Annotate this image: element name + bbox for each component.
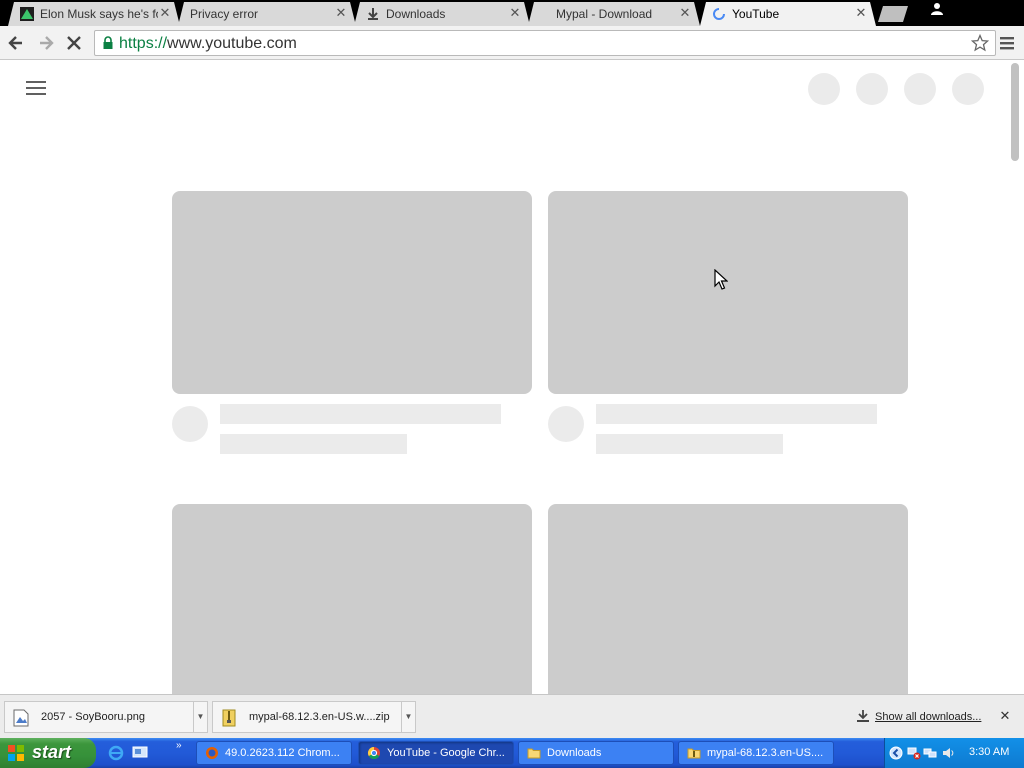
mouse-cursor-icon [714, 269, 728, 290]
skeleton-video-thumbnail [548, 504, 908, 694]
skeleton-title-line [220, 404, 501, 424]
system-clock[interactable]: 3:30 AM [969, 746, 1009, 758]
tab-strip: Elon Musk says he's fou ✕ Privacy error … [0, 0, 1024, 26]
download-icon [857, 710, 869, 722]
download-filename: mypal-68.12.3.en-US.w....zip [249, 711, 390, 723]
download-item[interactable]: mypal-68.12.3.en-US.w....zip ▼ [212, 701, 416, 733]
taskbar-button[interactable]: mypal-68.12.3.en-US.... [678, 741, 834, 765]
skeleton-meta-line [596, 434, 783, 454]
tray-collapse-icon[interactable] [889, 746, 903, 760]
show-all-downloads-link[interactable]: Show all downloads... [875, 711, 981, 723]
lock-icon[interactable] [101, 36, 115, 50]
tab-close-icon[interactable]: ✕ [508, 6, 522, 20]
profile-icon[interactable] [930, 2, 944, 16]
skeleton-header-circle [808, 73, 840, 105]
skeleton-header-circle [856, 73, 888, 105]
back-arrow-icon[interactable] [6, 33, 26, 53]
zip-folder-icon [687, 748, 701, 759]
quicklaunch-more-chevron[interactable]: » [176, 740, 182, 751]
browser-toolbar: https://www.youtube.com [0, 26, 1024, 60]
taskbar-button-label: Downloads [547, 747, 602, 759]
tab-elon-musk[interactable]: Elon Musk says he's fou ✕ [8, 2, 180, 26]
tab-close-icon[interactable]: ✕ [334, 6, 348, 20]
stop-loading-icon[interactable] [64, 33, 84, 53]
url-text[interactable]: https://www.youtube.com [119, 35, 297, 53]
green-triangle-icon [20, 7, 34, 21]
download-menu-arrow[interactable]: ▼ [193, 702, 207, 732]
bookmark-star-icon[interactable] [971, 34, 989, 52]
skeleton-meta-line [220, 434, 407, 454]
page-scrollbar[interactable] [1007, 61, 1024, 694]
show-all-downloads[interactable]: Show all downloads... [856, 710, 981, 723]
forward-arrow-icon[interactable] [36, 33, 56, 53]
show-desktop-icon[interactable] [132, 745, 148, 761]
tab-title: Privacy error [190, 7, 259, 21]
network-error-icon[interactable] [907, 746, 921, 760]
volume-speaker-icon[interactable] [941, 746, 955, 760]
skeleton-channel-avatar [548, 406, 584, 442]
image-file-icon [13, 709, 29, 727]
tab-title: YouTube [732, 7, 780, 21]
start-label: start [32, 742, 72, 762]
tab-youtube[interactable]: YouTube ✕ [700, 2, 876, 26]
system-tray: 3:30 AM [884, 738, 1024, 768]
taskbar-button-label: mypal-68.12.3.en-US.... [707, 747, 824, 759]
skeleton-header-circle [952, 73, 984, 105]
tab-privacy-error[interactable]: Privacy error ✕ [178, 2, 356, 26]
tab-title: Mypal - Download [556, 7, 653, 21]
taskbar-button[interactable]: YouTube - Google Chr... [358, 741, 514, 765]
download-icon [366, 7, 380, 21]
skeleton-header-circle [904, 73, 936, 105]
address-bar[interactable]: https://www.youtube.com [94, 30, 996, 56]
new-tab-button[interactable] [878, 6, 908, 22]
network-connection-icon[interactable] [923, 746, 937, 760]
hamburger-menu-icon[interactable] [26, 81, 46, 97]
windows-taskbar: start » 49.0.2623.112 Chrom... YouTube -… [0, 738, 1024, 768]
skeleton-video-thumbnail [548, 191, 908, 394]
skeleton-channel-avatar [172, 406, 208, 442]
download-menu-arrow[interactable]: ▼ [401, 702, 415, 732]
download-shelf: 2057 - SoyBooru.png ▼ mypal-68.12.3.en-U… [0, 694, 1024, 738]
skeleton-title-line [596, 404, 877, 424]
taskbar-button[interactable]: Downloads [518, 741, 674, 765]
chrome-menu-icon[interactable] [998, 33, 1016, 53]
skeleton-video-thumbnail [172, 504, 532, 694]
download-filename: 2057 - SoyBooru.png [41, 711, 145, 723]
skeleton-video-thumbnail [172, 191, 532, 394]
taskbar-button[interactable]: 49.0.2623.112 Chrom... [196, 741, 352, 765]
start-button[interactable]: start [0, 738, 96, 768]
tab-close-icon[interactable]: ✕ [158, 6, 172, 20]
scrollbar-thumb[interactable] [1011, 63, 1019, 161]
url-scheme: https:// [119, 35, 168, 52]
windows-logo-icon [8, 745, 24, 761]
tab-close-icon[interactable]: ✕ [854, 6, 868, 20]
close-download-shelf-icon[interactable]: ✕ [998, 709, 1012, 723]
zip-file-icon [222, 709, 236, 727]
chrome-icon [367, 747, 380, 760]
taskbar-button-label: 49.0.2623.112 Chrom... [225, 747, 340, 759]
download-item[interactable]: 2057 - SoyBooru.png ▼ [4, 701, 208, 733]
tab-title: Downloads [386, 7, 446, 21]
page-viewport [0, 61, 1024, 694]
tab-downloads[interactable]: Downloads ✕ [354, 2, 530, 26]
url-host: www.youtube.com [167, 35, 297, 52]
firefox-icon [206, 747, 218, 759]
taskbar-button-label: YouTube - Google Chr... [387, 747, 505, 759]
folder-icon [527, 748, 541, 759]
tab-close-icon[interactable]: ✕ [678, 6, 692, 20]
internet-explorer-icon[interactable] [108, 745, 124, 761]
tab-title: Elon Musk says he's fou [40, 7, 158, 21]
loading-spinner-icon [712, 7, 726, 21]
tab-mypal-download[interactable]: Mypal - Download ✕ [528, 2, 700, 26]
